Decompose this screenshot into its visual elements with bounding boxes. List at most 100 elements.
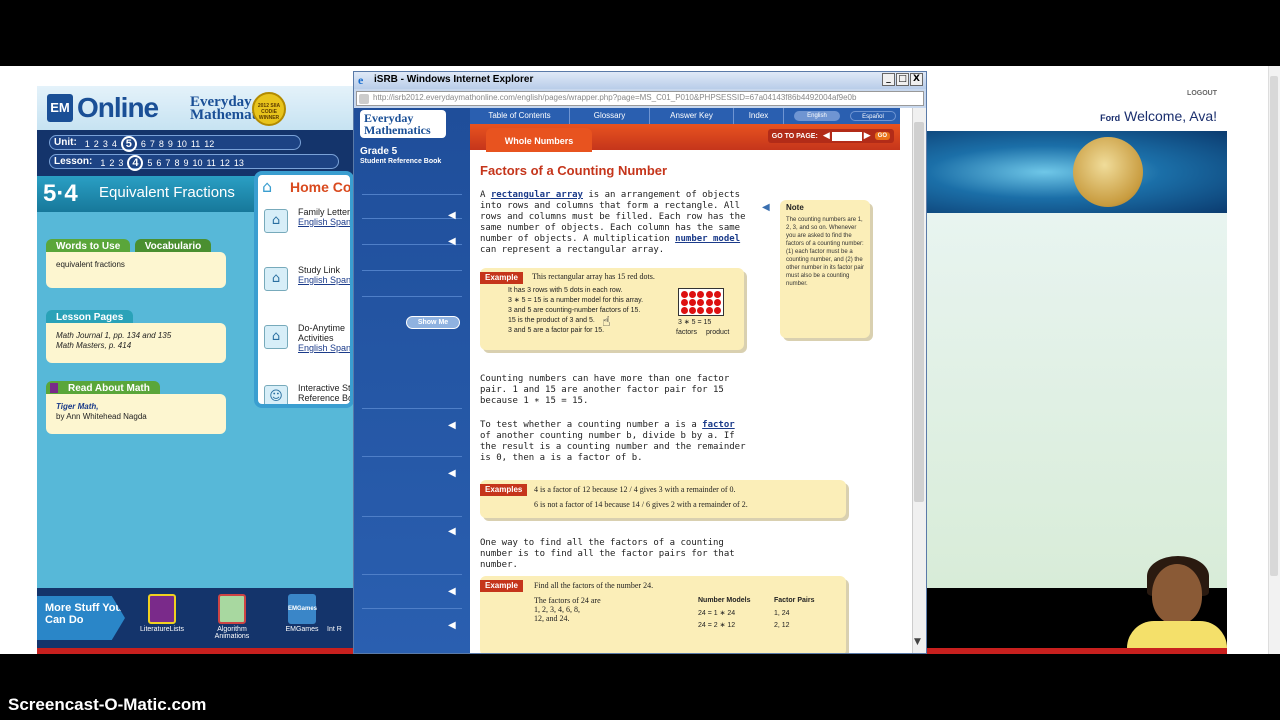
book-title[interactable]: Tiger Math, bbox=[56, 402, 216, 412]
book-author: by Ann Whitehead Nagda bbox=[56, 412, 147, 421]
unit-8[interactable]: 8 bbox=[159, 139, 164, 149]
factors-label: factors bbox=[676, 329, 698, 336]
lesson-page-ref-2: Math Masters, p. 414 bbox=[56, 341, 132, 350]
home-item[interactable]: ⌂ Family Letters English Span bbox=[262, 203, 350, 251]
home-connection-panel: ⌂ Home Conn ⌂Family LettersEnglish Span ⌂… bbox=[254, 171, 354, 408]
unit-4[interactable]: 4 bbox=[112, 139, 117, 149]
emgames-item[interactable]: EMGames EMGames bbox=[275, 594, 329, 633]
example-tag: Example bbox=[480, 580, 523, 592]
vocab-word[interactable]: equivalent fractions bbox=[56, 260, 125, 269]
rectangular-array-link[interactable]: rectangular array bbox=[491, 190, 583, 200]
factor-link[interactable]: factor bbox=[702, 420, 735, 430]
home-item[interactable]: ⌂ Study Link English Span bbox=[262, 261, 350, 309]
maximize-button[interactable]: □ bbox=[896, 73, 909, 86]
red-dot bbox=[697, 307, 705, 314]
lesson-11[interactable]: 11 bbox=[206, 158, 215, 168]
lesson-12[interactable]: 12 bbox=[220, 158, 230, 168]
unit-9[interactable]: 9 bbox=[168, 139, 173, 149]
spanish-link[interactable]: Span bbox=[330, 217, 350, 227]
unit-5[interactable]: 5 bbox=[120, 135, 137, 152]
home-item-icon: ⌂ bbox=[264, 325, 288, 349]
english-link[interactable]: English bbox=[298, 403, 328, 404]
speaker-icon[interactable]: ◀ bbox=[448, 210, 460, 222]
lesson-10[interactable]: 10 bbox=[192, 158, 202, 168]
unit-10[interactable]: 10 bbox=[177, 139, 187, 149]
english-toggle[interactable]: English bbox=[794, 111, 840, 121]
speaker-icon[interactable]: ◀ bbox=[448, 420, 460, 432]
unit-7[interactable]: 7 bbox=[150, 139, 155, 149]
factors-of-24: The factors of 24 are 1, 2, 3, 4, 6, 8, … bbox=[534, 596, 601, 623]
ie-popup-window: e iSRB - Windows Internet Explorer _ □ X… bbox=[353, 71, 927, 654]
lesson-title: Equivalent Fractions bbox=[99, 184, 235, 201]
show-me-button[interactable]: Show Me bbox=[406, 316, 460, 329]
english-link[interactable]: English bbox=[298, 343, 328, 353]
tab-glossary[interactable]: Glossary bbox=[570, 108, 650, 124]
read-about-box: Tiger Math, by Ann Whitehead Nagda bbox=[46, 394, 226, 434]
lesson-6[interactable]: 6 bbox=[156, 158, 161, 168]
lesson-9[interactable]: 9 bbox=[183, 158, 188, 168]
speaker-icon[interactable]: ◀ bbox=[448, 526, 460, 538]
speaker-icon[interactable]: ◀ bbox=[448, 586, 460, 598]
goto-page-label: GO TO PAGE: bbox=[771, 132, 818, 140]
home-item[interactable]: ⌂ Do-Anytime Activities English Span bbox=[262, 319, 350, 367]
lesson-13[interactable]: 13 bbox=[234, 158, 244, 168]
home-item[interactable]: ☺ Interactive St Reference Bo English Span bbox=[262, 379, 350, 404]
speaker-icon[interactable]: ◀ bbox=[448, 620, 460, 632]
lesson-page-ref-1: Math Journal 1, pp. 134 and 135 bbox=[56, 331, 172, 340]
red-dot bbox=[705, 299, 713, 306]
home-connection-title: ⌂ Home Conn bbox=[262, 177, 352, 196]
lesson-3[interactable]: 3 bbox=[118, 158, 123, 168]
spanish-link[interactable]: Span bbox=[330, 403, 350, 404]
ie-scrollbar-thumb[interactable] bbox=[914, 122, 924, 502]
english-link[interactable]: English bbox=[298, 217, 328, 227]
scroll-down-icon[interactable]: ▼ bbox=[914, 637, 921, 647]
speaker-icon[interactable]: ◀ bbox=[762, 202, 770, 213]
minimize-button[interactable]: _ bbox=[882, 73, 895, 86]
tab-table-of-contents[interactable]: Table of Contents bbox=[470, 108, 570, 124]
spanish-link[interactable]: Span bbox=[330, 343, 350, 353]
page-number-input[interactable] bbox=[831, 131, 862, 141]
red-dot bbox=[713, 291, 721, 298]
number-model-link[interactable]: number model bbox=[675, 234, 740, 244]
address-bar[interactable]: http://isrb2012.everydaymathonline.com/e… bbox=[356, 91, 924, 106]
tab-index[interactable]: Index bbox=[734, 108, 784, 124]
unit-12[interactable]: 12 bbox=[204, 139, 214, 149]
close-button[interactable]: X bbox=[910, 73, 923, 86]
more-stuff-button[interactable]: More Stuff You Can Do bbox=[37, 596, 125, 640]
lesson-7[interactable]: 7 bbox=[165, 158, 170, 168]
unit-2[interactable]: 2 bbox=[94, 139, 99, 149]
lesson-8[interactable]: 8 bbox=[174, 158, 179, 168]
unit-3[interactable]: 3 bbox=[103, 139, 108, 149]
em-logo-icon: EM bbox=[47, 94, 73, 122]
algorithm-animations-item[interactable]: Algorithm Animations bbox=[205, 594, 259, 640]
lesson-2[interactable]: 2 bbox=[109, 158, 114, 168]
english-link[interactable]: English bbox=[298, 275, 328, 285]
ie-title-bar[interactable]: e iSRB - Windows Internet Explorer _ □ X bbox=[354, 72, 926, 89]
speaker-icon[interactable]: ◀ bbox=[448, 468, 460, 480]
home-item-label: Study Link bbox=[298, 265, 341, 275]
example-heading: Find all the factors of the number 24. bbox=[534, 581, 654, 590]
lesson-pages-box: Math Journal 1, pp. 134 and 135 Math Mas… bbox=[46, 323, 226, 363]
girl-image bbox=[1152, 564, 1202, 624]
speaker-icon[interactable]: ◀ bbox=[448, 236, 460, 248]
go-button[interactable]: GO bbox=[874, 132, 890, 140]
tab-answer-key[interactable]: Answer Key bbox=[650, 108, 734, 124]
espanol-toggle[interactable]: Español bbox=[850, 111, 896, 121]
factor-pair-paragraph: Counting numbers can have more than one … bbox=[480, 374, 730, 406]
spanish-link[interactable]: Span bbox=[330, 275, 350, 285]
lesson-5[interactable]: 5 bbox=[147, 158, 152, 168]
unit-6[interactable]: 6 bbox=[141, 139, 146, 149]
browser-page: EM Online Everyday Mathematics 2012 SIIA… bbox=[0, 66, 1280, 654]
logout-link[interactable]: LOGOUT bbox=[1187, 90, 1217, 97]
lesson-number: 5·4 bbox=[43, 180, 78, 207]
isrb-sidebar: Everyday Mathematics Grade 5 Student Refe… bbox=[354, 108, 470, 653]
unit-11[interactable]: 11 bbox=[191, 139, 200, 149]
unit-1[interactable]: 1 bbox=[85, 139, 90, 149]
prev-page-icon[interactable]: ◀ bbox=[823, 131, 830, 141]
example-box-2: Examples 4 is a factor of 12 because 12 … bbox=[480, 480, 846, 518]
next-page-icon[interactable]: ▶ bbox=[864, 131, 871, 141]
literature-lists-item[interactable]: LiteratureLists bbox=[135, 594, 189, 633]
lesson-1[interactable]: 1 bbox=[100, 158, 105, 168]
page-scrollbar-thumb[interactable] bbox=[1270, 76, 1278, 576]
lesson-4[interactable]: 4 bbox=[127, 154, 144, 171]
